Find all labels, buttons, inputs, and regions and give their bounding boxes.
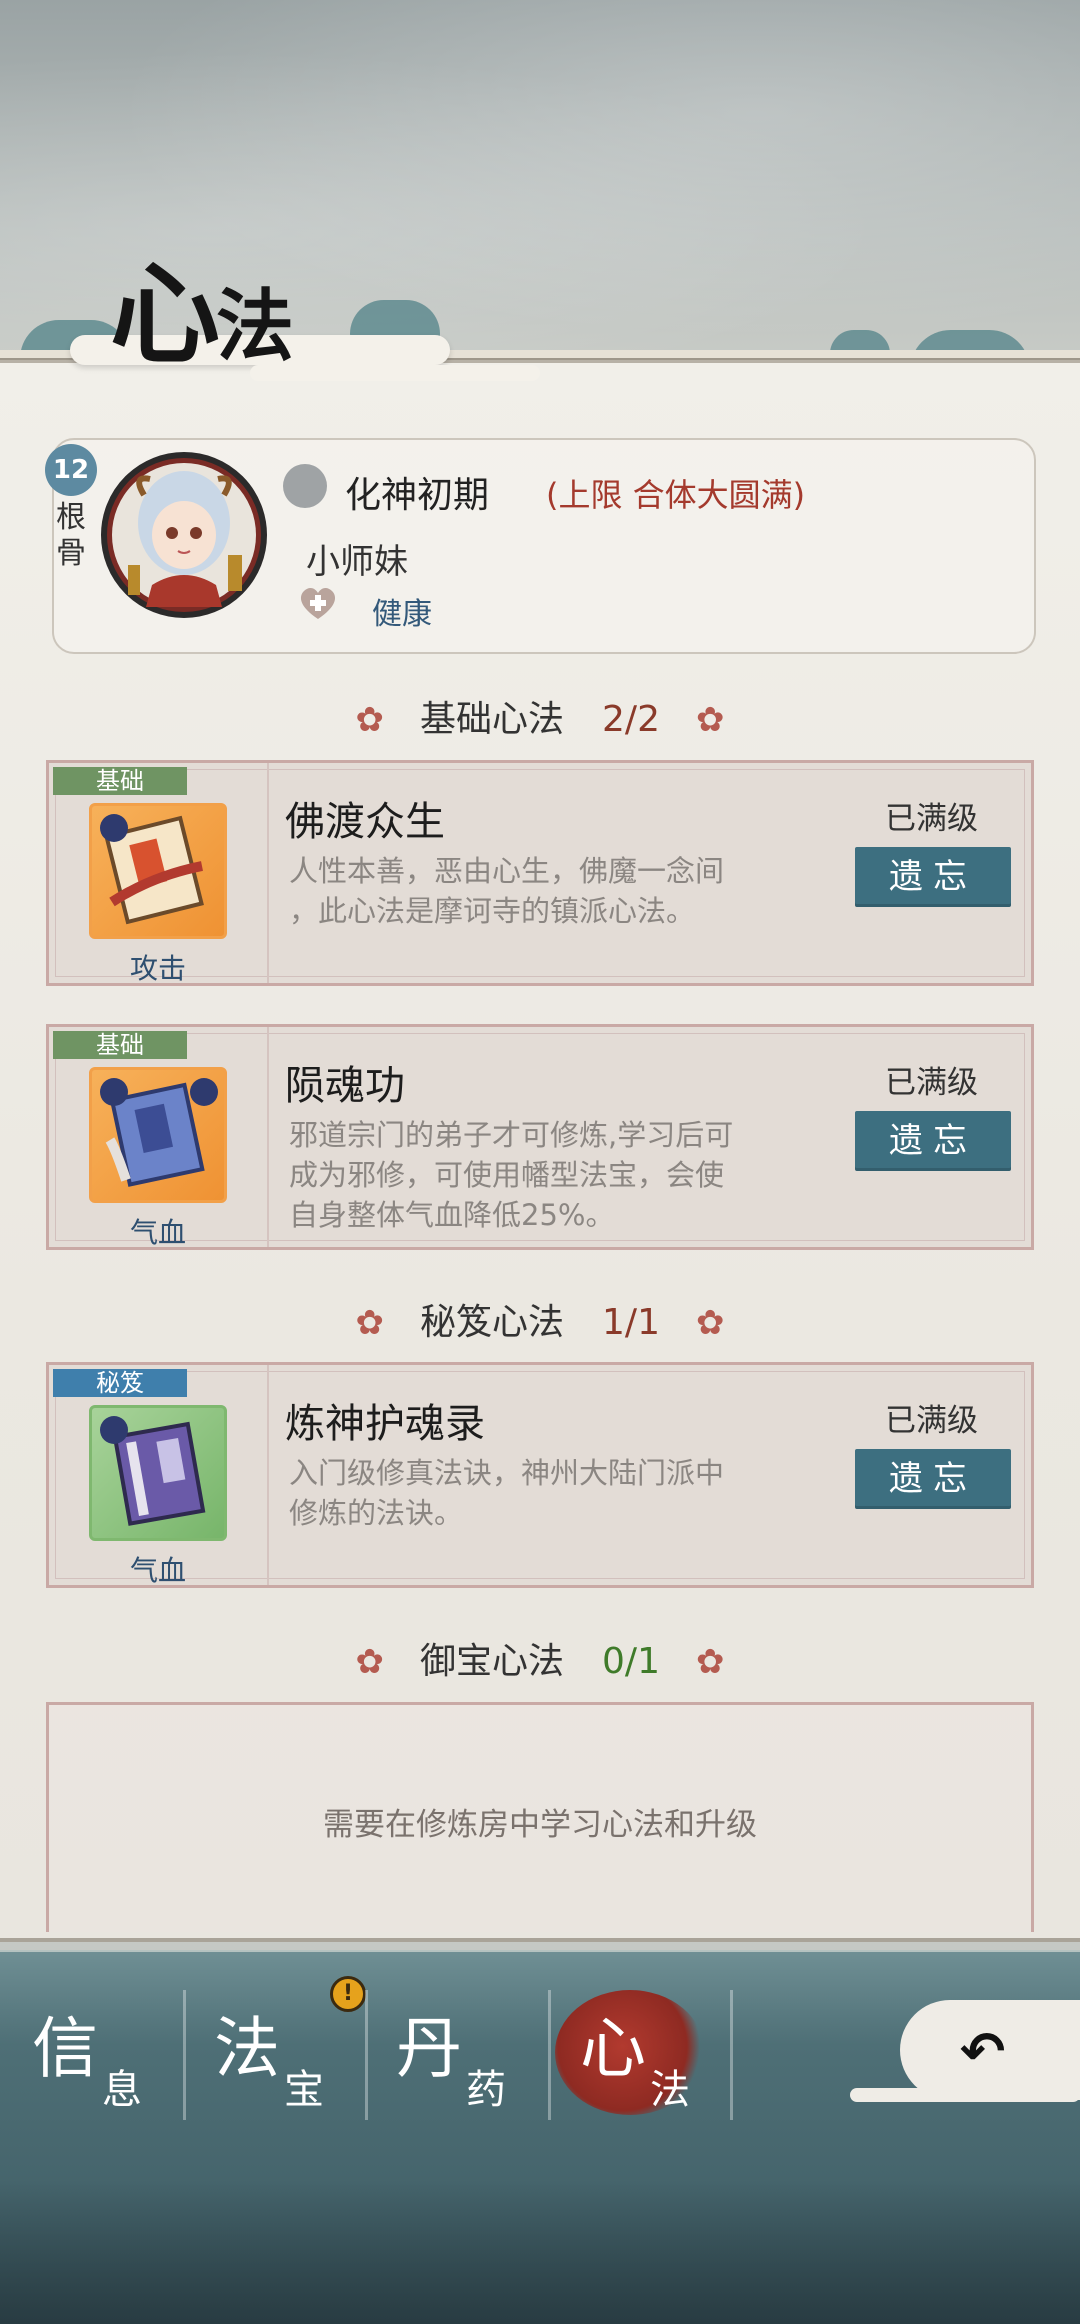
tab-mental-method[interactable]: 心 法 [580,1995,760,2125]
heart-icon [300,587,336,619]
section-header-secret: ✿ 秘笈心法 1/1 ✿ [0,1293,1080,1345]
empty-slot-hint: 需要在修炼房中学习心法和升级 [323,1807,757,1843]
back-button-brush [850,2088,1080,2102]
section-count: 1/1 [602,1302,660,1343]
forget-button[interactable]: 遗忘 [855,1111,1011,1171]
mountain-backdrop [0,2180,1080,2324]
skill-card[interactable]: 秘笈 气血 炼神护魂录 入门级修真法诀，神州大陆门派中 修炼的法诀。 已满级 遗忘 [46,1362,1034,1588]
flower-icon: ✿ [695,1303,725,1343]
character-avatar[interactable] [92,435,270,635]
section-count: 0/1 [602,1641,660,1682]
forget-button[interactable]: 遗忘 [855,847,1011,907]
back-arrow-icon[interactable]: ↶ [960,2020,1005,2083]
skill-name: 佛渡众生 [285,799,445,845]
tab-label-main: 心 [580,2010,646,2087]
section-header-treasure: ✿ 御宝心法 0/1 ✿ [0,1632,1080,1684]
skill-icon-area: 基础 气血 [49,1027,269,1249]
page-title: 心法 [60,250,540,395]
realm-limit-text: (上限 合体大圆满) [546,476,806,514]
skill-book-icon[interactable] [89,1067,227,1203]
level-badge: 12 [45,444,97,496]
level-label: 根骨 [56,500,86,571]
section-header-basic: ✿ 基础心法 2/2 ✿ [0,690,1080,742]
skill-description: 邪道宗门的弟子才可修炼,学习后可 成为邪修，可使用幡型法宝，会使 自身整体气血降低2… [289,1118,734,1232]
tab-label-main: 丹 [396,2010,462,2087]
skill-type: 攻击 [129,952,186,985]
section-title: 基础心法 [420,699,565,740]
page-title-text: 心法 [110,250,295,379]
skill-card[interactable]: 基础 攻击 佛渡众生 人性本善，恶由心生，佛魔一念间 ，此心法是摩诃寺的镇派心法。… [46,760,1034,986]
skill-description: 入门级修真法诀，神州大陆门派中 修炼的法诀。 [289,1456,725,1530]
skill-tag: 基础 [53,767,187,795]
alert-badge-icon: ! [330,1976,366,2012]
skill-type: 气血 [129,1554,186,1587]
section-title: 秘笈心法 [420,1302,565,1343]
skill-tag: 基础 [53,1031,187,1059]
skill-book-icon[interactable] [89,803,227,939]
realm-icon [283,464,327,508]
flower-icon: ✿ [355,1642,385,1682]
skill-name: 炼神护魂录 [285,1401,485,1447]
flower-icon: ✿ [355,1303,385,1343]
tab-label-sub: 法 [650,2067,690,2113]
nav-divider [365,1990,368,2120]
tab-label-sub: 药 [466,2067,506,2113]
empty-skill-slot[interactable]: 需要在修炼房中学习心法和升级 [46,1702,1034,1932]
skill-icon-area: 基础 攻击 [49,763,269,985]
skill-name: 陨魂功 [285,1063,405,1109]
tab-label-main: 信 [32,2010,98,2087]
section-title: 御宝心法 [420,1641,565,1682]
tab-label-main: 法 [214,2010,280,2087]
character-name: 小师妹 [306,542,408,582]
forget-button[interactable]: 遗忘 [855,1449,1011,1509]
skill-tag: 秘笈 [53,1369,187,1397]
tab-label-sub: 息 [102,2067,142,2113]
flower-icon: ✿ [355,700,385,740]
skill-max-level-status: 已满级 [885,1065,978,1101]
skill-card[interactable]: 基础 气血 陨魂功 邪道宗门的弟子才可修炼,学习后可 成为邪修，可使用幡型法宝，会… [46,1024,1034,1250]
tab-label-sub: 宝 [284,2067,324,2113]
skill-type: 气血 [129,1216,186,1249]
flower-icon: ✿ [695,1642,725,1682]
nav-divider [183,1990,186,2120]
health-status: 健康 [372,597,432,632]
section-count: 2/2 [602,699,660,740]
skill-icon-area: 秘笈 气血 [49,1365,269,1587]
skill-book-icon[interactable] [89,1405,227,1541]
realm-text: 化神初期 [345,475,490,516]
nav-divider [730,1990,733,2120]
skill-max-level-status: 已满级 [885,1403,978,1439]
skill-description: 人性本善，恶由心生，佛魔一念间 ，此心法是摩诃寺的镇派心法。 [289,854,725,928]
skill-max-level-status: 已满级 [885,801,978,837]
flower-icon: ✿ [695,700,725,740]
nav-divider [548,1990,551,2120]
